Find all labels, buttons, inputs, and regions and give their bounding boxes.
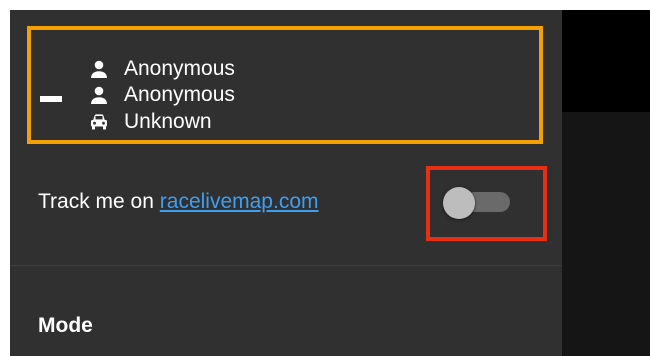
person-icon [91,60,107,78]
track-me-text: Track me on [38,190,160,213]
status-row-vehicle: Unknown [89,109,212,135]
status-user-label: Anonymous [124,57,235,80]
status-team-label: Anonymous [124,83,235,106]
divider [10,265,562,266]
racelivemap-link[interactable]: racelivemap.com [160,190,319,213]
map-area-lower [562,112,650,356]
status-row-user: Anonymous [89,56,235,82]
map-area [562,10,650,356]
mode-heading[interactable]: Mode [38,312,93,340]
status-row-team: Anonymous [89,82,235,108]
car-icon [91,114,107,130]
side-panel: Anonymous Anonymous Unknown Track me on [10,10,562,356]
person-icon [91,86,107,104]
status-vehicle-label: Unknown [124,110,212,133]
track-me-label: Track me on racelivemap.com [38,188,319,216]
tracking-toggle-knob[interactable] [443,187,475,219]
minus-icon[interactable] [40,96,62,102]
app-frame: Anonymous Anonymous Unknown Track me on [10,10,650,356]
